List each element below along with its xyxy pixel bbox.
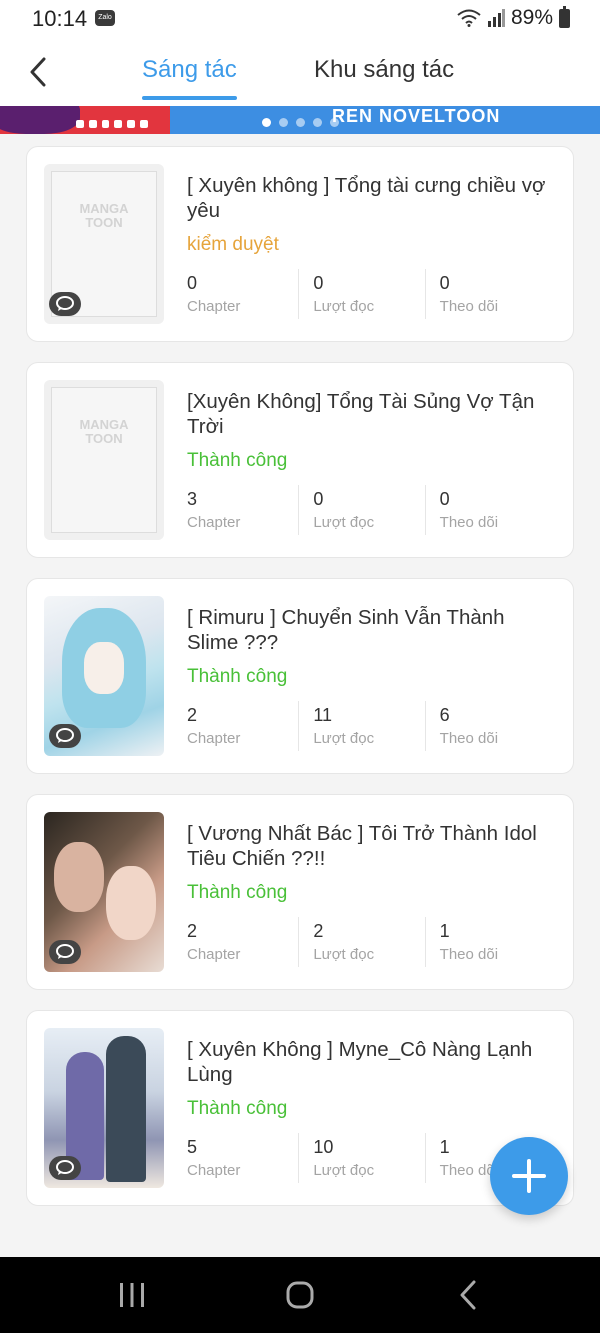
system-back-button[interactable] bbox=[448, 1275, 488, 1315]
header: Sáng tác Khu sáng tác bbox=[0, 40, 600, 106]
stat-reads: 0 Lượt đọc bbox=[298, 485, 424, 535]
work-title: [ Rimuru ] Chuyển Sinh Vẫn Thành Slime ?… bbox=[187, 606, 505, 654]
stat-followers: 0 Theo dõi bbox=[424, 485, 551, 535]
recent-apps-button[interactable] bbox=[112, 1275, 152, 1315]
stat-chapters: 0 Chapter bbox=[187, 273, 241, 315]
stat-reads: 10 Lượt đọc bbox=[298, 1133, 424, 1183]
work-stats: 2 Chapter 2 Lượt đọc 1 Theo dõi bbox=[187, 917, 551, 967]
work-status: Thành công bbox=[187, 450, 288, 471]
zalo-notification-icon: Zalo bbox=[95, 10, 115, 26]
stat-followers: 6 Theo dõi bbox=[424, 701, 551, 751]
stat-followers: 1 Theo dõi bbox=[424, 917, 551, 967]
work-title: [Xuyên Không] Tổng Tài Sủng Vợ Tận Trời bbox=[187, 390, 535, 438]
work-stats: 3 Chapter 0 Lượt đọc 0 Theo dõi bbox=[187, 485, 551, 535]
cover-image bbox=[44, 596, 164, 756]
comment-icon[interactable] bbox=[49, 1156, 81, 1180]
tab-khu-sang-tac[interactable]: Khu sáng tác bbox=[314, 56, 454, 84]
work-card[interactable]: [ Vương Nhất Bác ] Tôi Trở Thành Idol Ti… bbox=[26, 794, 574, 990]
chevron-left-icon bbox=[30, 57, 46, 87]
work-card[interactable]: MANGA TOON [Xuyên Không] Tổng Tài Sủng V… bbox=[26, 362, 574, 558]
comment-icon[interactable] bbox=[49, 724, 81, 748]
status-indicators: 89% bbox=[457, 5, 570, 30]
cover-placeholder: MANGA TOON bbox=[44, 380, 164, 540]
back-arrow-icon bbox=[460, 1280, 476, 1310]
typewriter-keys-illustration bbox=[76, 120, 148, 130]
works-list: MANGA TOON [ Xuyên không ] Tổng tài cưng… bbox=[26, 146, 574, 1226]
battery-icon bbox=[559, 5, 570, 28]
wifi-icon bbox=[457, 9, 481, 27]
promo-banner[interactable]: REN NOVELTOON bbox=[0, 106, 600, 134]
mangatoon-logo: MANGA TOON bbox=[79, 417, 129, 446]
tab-sang-tac[interactable]: Sáng tác bbox=[142, 56, 237, 100]
stat-chapters: 5 Chapter bbox=[187, 1137, 241, 1179]
work-title: [ Vương Nhất Bác ] Tôi Trở Thành Idol Ti… bbox=[187, 822, 537, 870]
work-status: Thành công bbox=[187, 1098, 288, 1119]
banner-artwork bbox=[0, 106, 170, 134]
stat-reads: 2 Lượt đọc bbox=[298, 917, 424, 967]
signal-icon bbox=[487, 9, 505, 27]
work-status: Thành công bbox=[187, 882, 288, 903]
battery-percent: 89% bbox=[510, 6, 553, 29]
work-status: Thành công bbox=[187, 666, 288, 687]
cover-image bbox=[44, 1028, 164, 1188]
back-button[interactable] bbox=[18, 52, 58, 92]
home-icon bbox=[286, 1281, 314, 1309]
work-title: [ Xuyên không ] Tổng tài cưng chiều vợ y… bbox=[187, 174, 546, 222]
comment-icon[interactable] bbox=[49, 940, 81, 964]
work-stats: 2 Chapter 11 Lượt đọc 6 Theo dõi bbox=[187, 701, 551, 751]
status-time: 10:14 bbox=[32, 6, 88, 31]
home-button[interactable] bbox=[280, 1275, 320, 1315]
stat-chapters: 2 Chapter bbox=[187, 705, 241, 747]
cover-image bbox=[44, 812, 164, 972]
stat-reads: 11 Lượt đọc bbox=[298, 701, 424, 751]
stat-followers: 0 Theo dõi bbox=[424, 269, 551, 319]
banner-text: REN NOVELTOON bbox=[332, 106, 501, 126]
work-card[interactable]: [ Rimuru ] Chuyển Sinh Vẫn Thành Slime ?… bbox=[26, 578, 574, 774]
status-bar: 10:14 Zalo 89% bbox=[0, 0, 600, 40]
work-stats: 0 Chapter 0 Lượt đọc 0 Theo dõi bbox=[187, 269, 551, 319]
system-nav-bar bbox=[0, 1257, 600, 1333]
cover-placeholder: MANGA TOON bbox=[44, 164, 164, 324]
add-work-button[interactable] bbox=[490, 1137, 568, 1215]
work-title: [ Xuyên Không ] Myne_Cô Nàng Lạnh Lùng bbox=[187, 1038, 533, 1086]
stat-chapters: 3 Chapter bbox=[187, 489, 241, 531]
comment-icon[interactable] bbox=[49, 292, 81, 316]
mangatoon-logo: MANGA TOON bbox=[79, 201, 129, 230]
stat-chapters: 2 Chapter bbox=[187, 921, 241, 963]
plus-icon bbox=[512, 1159, 546, 1193]
work-status: kiểm duyệt bbox=[187, 234, 279, 255]
banner-pagination bbox=[262, 118, 339, 127]
recent-apps-icon bbox=[120, 1283, 144, 1307]
stat-reads: 0 Lượt đọc bbox=[298, 269, 424, 319]
work-card[interactable]: MANGA TOON [ Xuyên không ] Tổng tài cưng… bbox=[26, 146, 574, 342]
